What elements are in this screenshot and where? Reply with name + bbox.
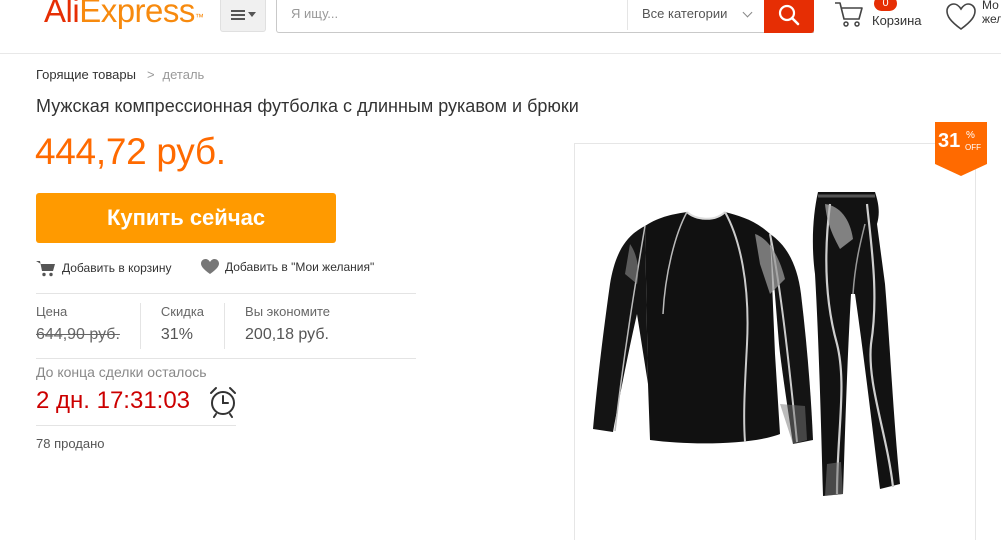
savings-value: 200,18 руб. [245,326,329,343]
category-select[interactable]: Все категории [627,0,765,30]
logo-express-text: Express [79,0,195,29]
category-select-label: Все категории [642,6,728,21]
logo-ali-text: Ali [44,0,80,29]
product-image-card[interactable] [574,143,976,540]
stat-label: Скидка [160,304,205,319]
add-to-wishlist-label: Добавить в "Мои желания" [225,260,375,274]
add-to-wishlist-link[interactable]: Добавить в "Мои желания" [201,259,374,275]
breadcrumb-item-hot-deals[interactable]: Горящие товары [36,67,136,82]
alarm-clock-icon [210,387,236,418]
product-image [593,192,900,496]
stat-original-price: Цена 644,90 руб. [36,303,141,349]
discount-badge: 31 % OFF [935,122,987,176]
cart-icon [36,261,55,277]
hamburger-icon [230,9,245,20]
search-icon [778,4,800,26]
search-bar: Все категории [276,0,814,33]
wishlist-link[interactable]: Мо жел [946,0,1001,40]
original-price-value: 644,90 руб. [36,326,120,343]
divider [36,358,416,359]
heart-icon [201,259,219,274]
price-stats: Цена 644,90 руб. Скидка 31% Вы экономите… [36,303,370,349]
logo-tm: ™ [194,12,204,22]
add-to-cart-link[interactable]: Добавить в корзину [36,259,172,277]
chevron-down-icon [742,7,753,18]
breadcrumb-item-current: деталь [162,67,205,82]
discount-badge-percent: % [966,130,975,141]
cart-icon [835,2,863,27]
cart-count-badge: 0 [874,0,897,11]
discount-badge-number: 31 [938,130,961,152]
sold-count: 78 продано [36,436,105,451]
cart-label: Корзина [872,13,922,28]
buy-now-button[interactable]: Купить сейчас [36,193,336,243]
stat-label: Вы экономите [245,304,331,319]
caret-down-icon [247,12,256,17]
stat-savings: Вы экономите 200,18 руб. [245,303,350,349]
discount-badge-off: OFF [965,143,981,152]
divider [36,425,236,426]
stat-label: Цена [36,304,68,319]
search-input[interactable] [277,0,627,30]
categories-menu-button[interactable] [220,0,266,32]
discount-value: 31% [160,326,193,343]
wishlist-label: Мо жел [982,0,1001,26]
product-price: 444,72 руб. [35,131,226,172]
compression-pants-image [812,192,900,496]
divider [36,293,416,294]
cart-link[interactable]: 0 Корзина [834,0,934,32]
aliexpress-logo[interactable]: AliExpress™ [44,0,204,31]
product-title: Мужская компрессионная футболка с длинны… [36,96,579,116]
breadcrumb: Горящие товары > деталь [36,67,204,82]
site-header: AliExpress™ Все категории 0 Корзина Мо ж… [0,0,1001,54]
stat-discount: Скидка 31% [160,303,226,349]
breadcrumb-separator: > [146,67,155,82]
add-to-cart-label: Добавить в корзину [62,261,172,275]
compression-shirt-image [593,211,813,444]
deal-timer-label: До конца сделки осталось [36,364,207,380]
heart-icon [946,3,976,30]
search-button[interactable] [764,0,814,33]
deal-countdown: 2 дн. 17:31:03 [36,387,191,414]
